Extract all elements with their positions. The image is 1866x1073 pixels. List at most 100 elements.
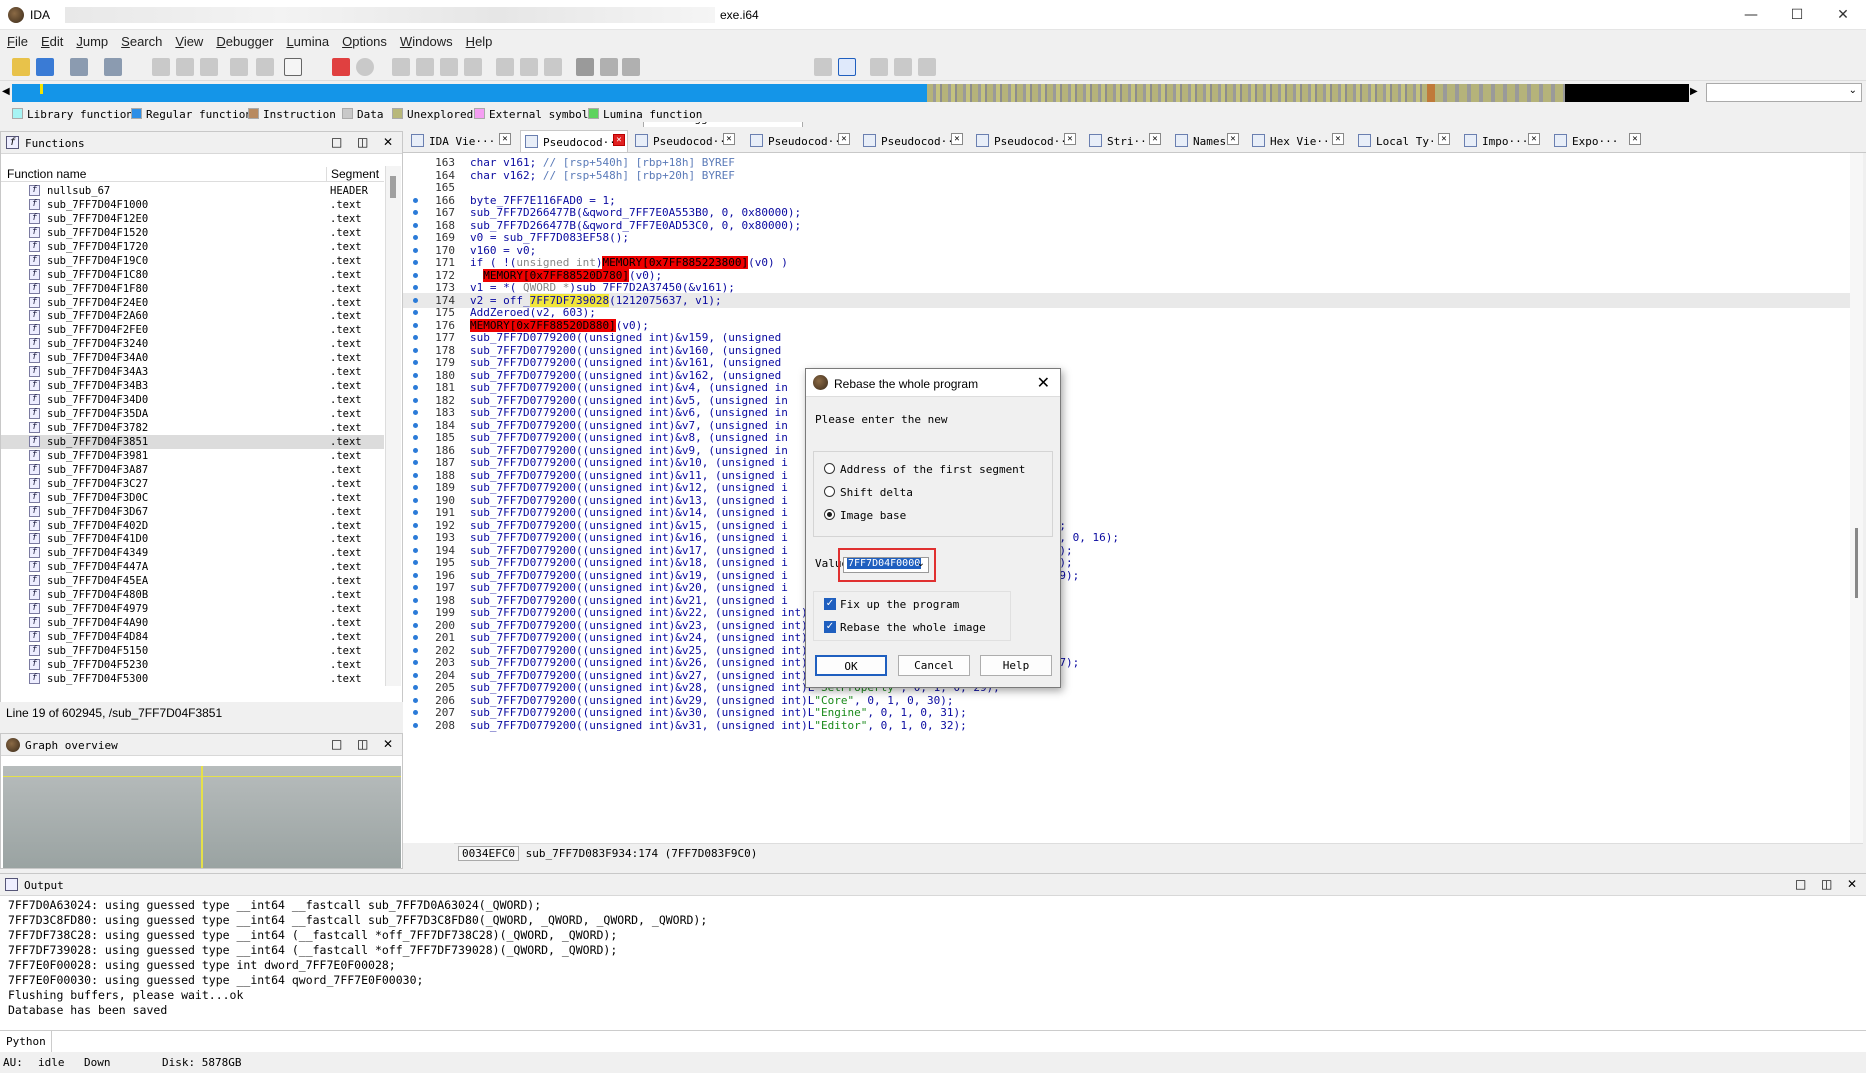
save-icon[interactable] <box>36 58 54 76</box>
ok-button[interactable]: OK <box>815 655 887 676</box>
value-input[interactable]: 7FF7D04F0000 ⌄ <box>843 557 929 573</box>
function-row[interactable]: f sub_7FF7D04F3C27 .text <box>1 477 384 491</box>
menu-lumina[interactable]: Lumina <box>279 31 335 49</box>
python-input[interactable] <box>53 1031 1863 1052</box>
breakpoint-dot-icon[interactable] <box>413 285 418 290</box>
array-icon[interactable] <box>332 58 350 76</box>
function-row[interactable]: f sub_7FF7D04F4A90 .text <box>1 616 384 630</box>
nav-right-arrow[interactable]: ▶ <box>1690 86 1698 97</box>
function-row[interactable]: f sub_7FF7D04F3D67 .text <box>1 505 384 519</box>
breakpoint-dot-icon[interactable] <box>413 660 418 665</box>
function-row[interactable]: f sub_7FF7D04F3851 .text <box>1 434 384 449</box>
breakpoint-dot-icon[interactable] <box>413 497 418 503</box>
menu-search[interactable]: Search <box>114 31 168 49</box>
function-row[interactable]: f nullsub_67 HEADER <box>1 184 384 198</box>
breakpoint-dot-icon[interactable] <box>413 572 418 578</box>
breakpoint-dot-icon[interactable] <box>413 472 418 478</box>
tab-7[interactable]: Stri··· ✕ <box>1085 130 1165 152</box>
menu-options[interactable]: Options <box>335 31 393 49</box>
panel-maximize-icon[interactable]: □ <box>331 135 342 149</box>
breakpoint-dot-icon[interactable] <box>413 710 418 715</box>
breakpoint-dot-icon[interactable] <box>413 272 418 278</box>
function-row[interactable]: f sub_7FF7D04F3D0C .text <box>1 491 384 505</box>
breakpoint-dot-icon[interactable] <box>413 310 418 315</box>
code-scrollbar[interactable] <box>1850 153 1863 843</box>
dialog-close-icon[interactable]: ✕ <box>1037 373 1050 392</box>
function-row[interactable]: f sub_7FF7D04F19C0 .text <box>1 254 384 268</box>
python-button[interactable]: Python <box>0 1031 52 1052</box>
tab-10[interactable]: Local Ty··· ✕ <box>1354 130 1454 152</box>
panel-float-icon[interactable]: ◫ <box>357 135 368 149</box>
code-icon[interactable] <box>176 58 194 76</box>
panel-close-icon[interactable]: ✕ <box>383 737 393 751</box>
breakpoint-dot-icon[interactable] <box>413 597 418 603</box>
function-row[interactable]: f sub_7FF7D04F1720 .text <box>1 240 384 254</box>
xref-icon[interactable] <box>416 58 434 76</box>
breakpoint-dot-icon[interactable] <box>413 410 418 415</box>
flow-icon[interactable] <box>520 58 538 76</box>
pseudocode-view[interactable]: 163 char v161; // [rsp+540h] [rbp+18h] BY… <box>403 153 1863 843</box>
struct-icon[interactable] <box>230 58 248 76</box>
tab-3[interactable]: Pseudocod··· ✕ <box>631 130 739 152</box>
chevron-down-icon[interactable]: ⌄ <box>917 558 925 569</box>
function-row[interactable]: f sub_7FF7D04F45EA .text <box>1 574 384 588</box>
function-row[interactable]: f sub_7FF7D04F447A .text <box>1 560 384 574</box>
functions-scrollbar[interactable] <box>385 166 401 686</box>
function-row[interactable]: f sub_7FF7D04F4979 .text <box>1 602 384 616</box>
tab-close-icon[interactable]: ✕ <box>613 134 625 146</box>
function-row[interactable]: f sub_7FF7D04F5230 .text <box>1 658 384 672</box>
col-function-name[interactable]: Function name <box>7 167 86 181</box>
function-row[interactable]: f sub_7FF7D04F5300 .text <box>1 672 384 686</box>
tab-5[interactable]: Pseudocod··· ✕ <box>859 130 967 152</box>
function-row[interactable]: f sub_7FF7D04F34A3 .text <box>1 365 384 379</box>
breakpoint-dot-icon[interactable] <box>413 647 418 653</box>
panel-close-icon[interactable]: ✕ <box>383 135 393 149</box>
stop-debug-icon[interactable] <box>622 58 640 76</box>
breakpoint-dot-icon[interactable] <box>413 335 418 340</box>
step-icon[interactable] <box>894 58 912 76</box>
breakpoint-dot-icon[interactable] <box>413 635 418 640</box>
tab-close-icon[interactable]: ✕ <box>838 133 850 145</box>
play-icon[interactable] <box>576 58 594 76</box>
menu-help[interactable]: Help <box>459 31 499 49</box>
menu-jump[interactable]: Jump <box>69 31 114 49</box>
back-icon[interactable] <box>70 58 88 76</box>
function-row[interactable]: f sub_7FF7D04F34A0 .text <box>1 351 384 365</box>
function-row[interactable]: f sub_7FF7D04F5150 .text <box>1 644 384 658</box>
menu-debugger[interactable]: Debugger <box>209 31 279 49</box>
tab-4[interactable]: Pseudocod··· ✕ <box>746 130 854 152</box>
breakpoint-dot-icon[interactable] <box>413 672 418 678</box>
trace-icon[interactable] <box>918 58 936 76</box>
breakpoint-dot-icon[interactable] <box>413 722 418 728</box>
breakpoint-dot-icon[interactable] <box>413 422 418 428</box>
panel-maximize-icon[interactable]: □ <box>1795 877 1806 891</box>
panel-float-icon[interactable]: ◫ <box>357 737 368 751</box>
breakpoint-dot-icon[interactable] <box>413 385 418 390</box>
tab-close-icon[interactable]: ✕ <box>1332 133 1344 145</box>
tab-close-icon[interactable]: ✕ <box>1064 133 1076 145</box>
function-row[interactable]: f sub_7FF7D04F4D84 .text <box>1 630 384 644</box>
bytes-icon[interactable] <box>152 58 170 76</box>
minimize-button[interactable]: — <box>1728 0 1774 30</box>
breakpoint-dot-icon[interactable] <box>413 485 418 490</box>
tab-close-icon[interactable]: ✕ <box>1629 133 1641 145</box>
nav-left-arrow[interactable]: ◀ <box>2 86 10 97</box>
patch-icon[interactable] <box>440 58 458 76</box>
function-row[interactable]: f sub_7FF7D04F402D .text <box>1 519 384 533</box>
panel-float-icon[interactable]: ◫ <box>1821 877 1832 891</box>
breakpoint-dot-icon[interactable] <box>413 222 418 228</box>
breakpoint-dot-icon[interactable] <box>413 585 418 590</box>
breakpoint-dot-icon[interactable] <box>413 547 418 553</box>
tab-close-icon[interactable]: ✕ <box>1438 133 1450 145</box>
string-icon[interactable] <box>284 58 302 76</box>
breakpoint-list-icon[interactable] <box>870 58 888 76</box>
menu-windows[interactable]: Windows <box>393 31 459 49</box>
tab-close-icon[interactable]: ✕ <box>1227 133 1239 145</box>
panel-close-icon[interactable]: ✕ <box>1847 877 1857 891</box>
maximize-button[interactable]: ☐ <box>1774 0 1820 30</box>
tab-9[interactable]: Hex Vie··· ✕ <box>1248 130 1348 152</box>
function-row[interactable]: f sub_7FF7D04F1C80 .text <box>1 268 384 282</box>
breakpoint-dot-icon[interactable] <box>413 360 418 365</box>
tab-close-icon[interactable]: ✕ <box>723 133 735 145</box>
pause-icon[interactable] <box>600 58 618 76</box>
